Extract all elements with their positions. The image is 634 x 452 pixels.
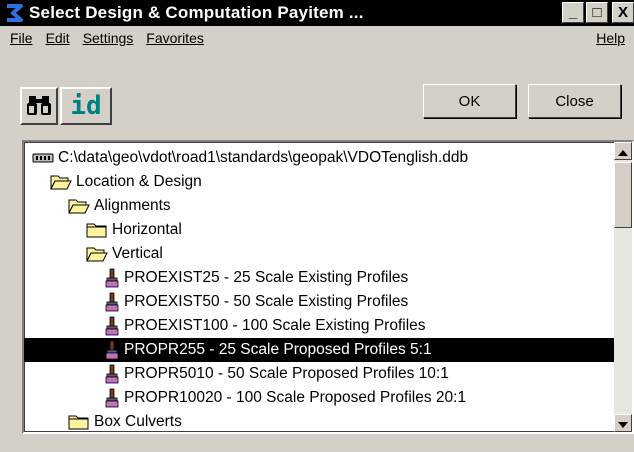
folder-closed-icon bbox=[86, 222, 108, 238]
maximize-icon: □ bbox=[592, 4, 602, 21]
tree-item[interactable]: PROEXIST100 - 100 Scale Existing Profile… bbox=[24, 314, 614, 338]
dialog-window: Select Design & Computation Payitem ... … bbox=[0, 0, 634, 452]
tree-item[interactable]: PROEXIST25 - 25 Scale Existing Profiles bbox=[24, 266, 614, 290]
find-button[interactable] bbox=[20, 87, 58, 125]
menu-favorites-label: Favorites bbox=[146, 30, 204, 46]
paintbrush-icon bbox=[104, 316, 120, 336]
ok-button-label: OK bbox=[458, 92, 481, 110]
folder-open-icon bbox=[50, 174, 72, 190]
scroll-thumb[interactable] bbox=[614, 162, 632, 228]
menu-favorites[interactable]: Favorites bbox=[143, 30, 207, 46]
tree-item-label: PROEXIST25 - 25 Scale Existing Profiles bbox=[124, 269, 409, 286]
geopak-app-icon bbox=[3, 2, 25, 24]
menu-bar: File Edit Settings Favorites Help bbox=[0, 26, 634, 50]
tree-item[interactable]: PROPR5010 - 50 Scale Proposed Profiles 1… bbox=[24, 362, 614, 386]
database-icon bbox=[32, 152, 54, 164]
menu-file-label: File bbox=[10, 30, 33, 46]
tree-item[interactable]: PROPR255 - 25 Scale Proposed Profiles 5:… bbox=[24, 338, 614, 362]
tree-content: C:\data\geo\vdot\road1\standards\geopak\… bbox=[24, 142, 614, 432]
menu-settings-label: Settings bbox=[82, 30, 134, 46]
vertical-scrollbar[interactable] bbox=[614, 142, 632, 432]
tree-item-label: PROEXIST50 - 50 Scale Existing Profiles bbox=[124, 293, 409, 310]
folder-closed-icon bbox=[68, 414, 90, 430]
tree-item[interactable]: PROPR10020 - 100 Scale Proposed Profiles… bbox=[24, 386, 614, 410]
arrow-up-icon bbox=[618, 143, 628, 159]
tree-item-label: Box Culverts bbox=[94, 413, 182, 430]
tree-item-label: C:\data\geo\vdot\road1\standards\geopak\… bbox=[58, 149, 469, 166]
tree-item-label: Alignments bbox=[94, 197, 171, 214]
minimize-icon: _ bbox=[568, 4, 578, 21]
arrow-down-icon bbox=[618, 415, 628, 431]
tree-item[interactable]: Vertical bbox=[24, 242, 614, 266]
close-icon: X bbox=[617, 4, 628, 21]
close-window-button[interactable]: X bbox=[612, 2, 634, 23]
menu-edit-label: Edit bbox=[45, 30, 70, 46]
paintbrush-icon bbox=[104, 268, 120, 288]
tree-item-label: PROPR255 - 25 Scale Proposed Profiles 5:… bbox=[124, 341, 432, 358]
close-button-label: Close bbox=[555, 92, 594, 110]
menu-help[interactable]: Help bbox=[593, 30, 628, 46]
menu-settings[interactable]: Settings bbox=[80, 30, 137, 46]
menu-edit[interactable]: Edit bbox=[43, 30, 73, 46]
binoculars-icon bbox=[26, 93, 52, 120]
tree-item-label: PROEXIST100 - 100 Scale Existing Profile… bbox=[124, 317, 426, 334]
id-button[interactable]: id bbox=[60, 87, 112, 125]
tree-item-label: PROPR10020 - 100 Scale Proposed Profiles… bbox=[124, 389, 467, 406]
tree-item[interactable]: Alignments bbox=[24, 194, 614, 218]
tree-item[interactable]: Box Culverts bbox=[24, 410, 614, 432]
paintbrush-icon bbox=[104, 340, 120, 360]
tree-item-label: Vertical bbox=[112, 245, 163, 262]
close-button[interactable]: Close bbox=[528, 84, 621, 118]
ok-button[interactable]: OK bbox=[423, 84, 516, 118]
window-title: Select Design & Computation Payitem ... bbox=[29, 3, 364, 22]
scroll-down-button[interactable] bbox=[614, 414, 632, 432]
maximize-button[interactable]: □ bbox=[586, 2, 608, 23]
menu-file[interactable]: File bbox=[7, 30, 36, 46]
minimize-button[interactable]: _ bbox=[562, 2, 584, 23]
paintbrush-icon bbox=[104, 364, 120, 384]
tree-item[interactable]: C:\data\geo\vdot\road1\standards\geopak\… bbox=[24, 146, 614, 170]
payitem-tree[interactable]: C:\data\geo\vdot\road1\standards\geopak\… bbox=[22, 140, 634, 434]
tree-item-label: Horizontal bbox=[112, 221, 182, 238]
id-button-label: id bbox=[70, 91, 102, 121]
tree-item-label: PROPR5010 - 50 Scale Proposed Profiles 1… bbox=[124, 365, 449, 382]
menu-help-label: Help bbox=[596, 30, 625, 46]
folder-open-icon bbox=[68, 198, 90, 214]
paintbrush-icon bbox=[104, 388, 120, 408]
tree-item[interactable]: Location & Design bbox=[24, 170, 614, 194]
tree-item[interactable]: Horizontal bbox=[24, 218, 614, 242]
tree-item-label: Location & Design bbox=[76, 173, 202, 190]
title-bar[interactable]: Select Design & Computation Payitem ... … bbox=[0, 0, 634, 26]
tree-item[interactable]: PROEXIST50 - 50 Scale Existing Profiles bbox=[24, 290, 614, 314]
folder-open-icon bbox=[86, 246, 108, 262]
paintbrush-icon bbox=[104, 292, 120, 312]
scroll-up-button[interactable] bbox=[614, 142, 632, 160]
